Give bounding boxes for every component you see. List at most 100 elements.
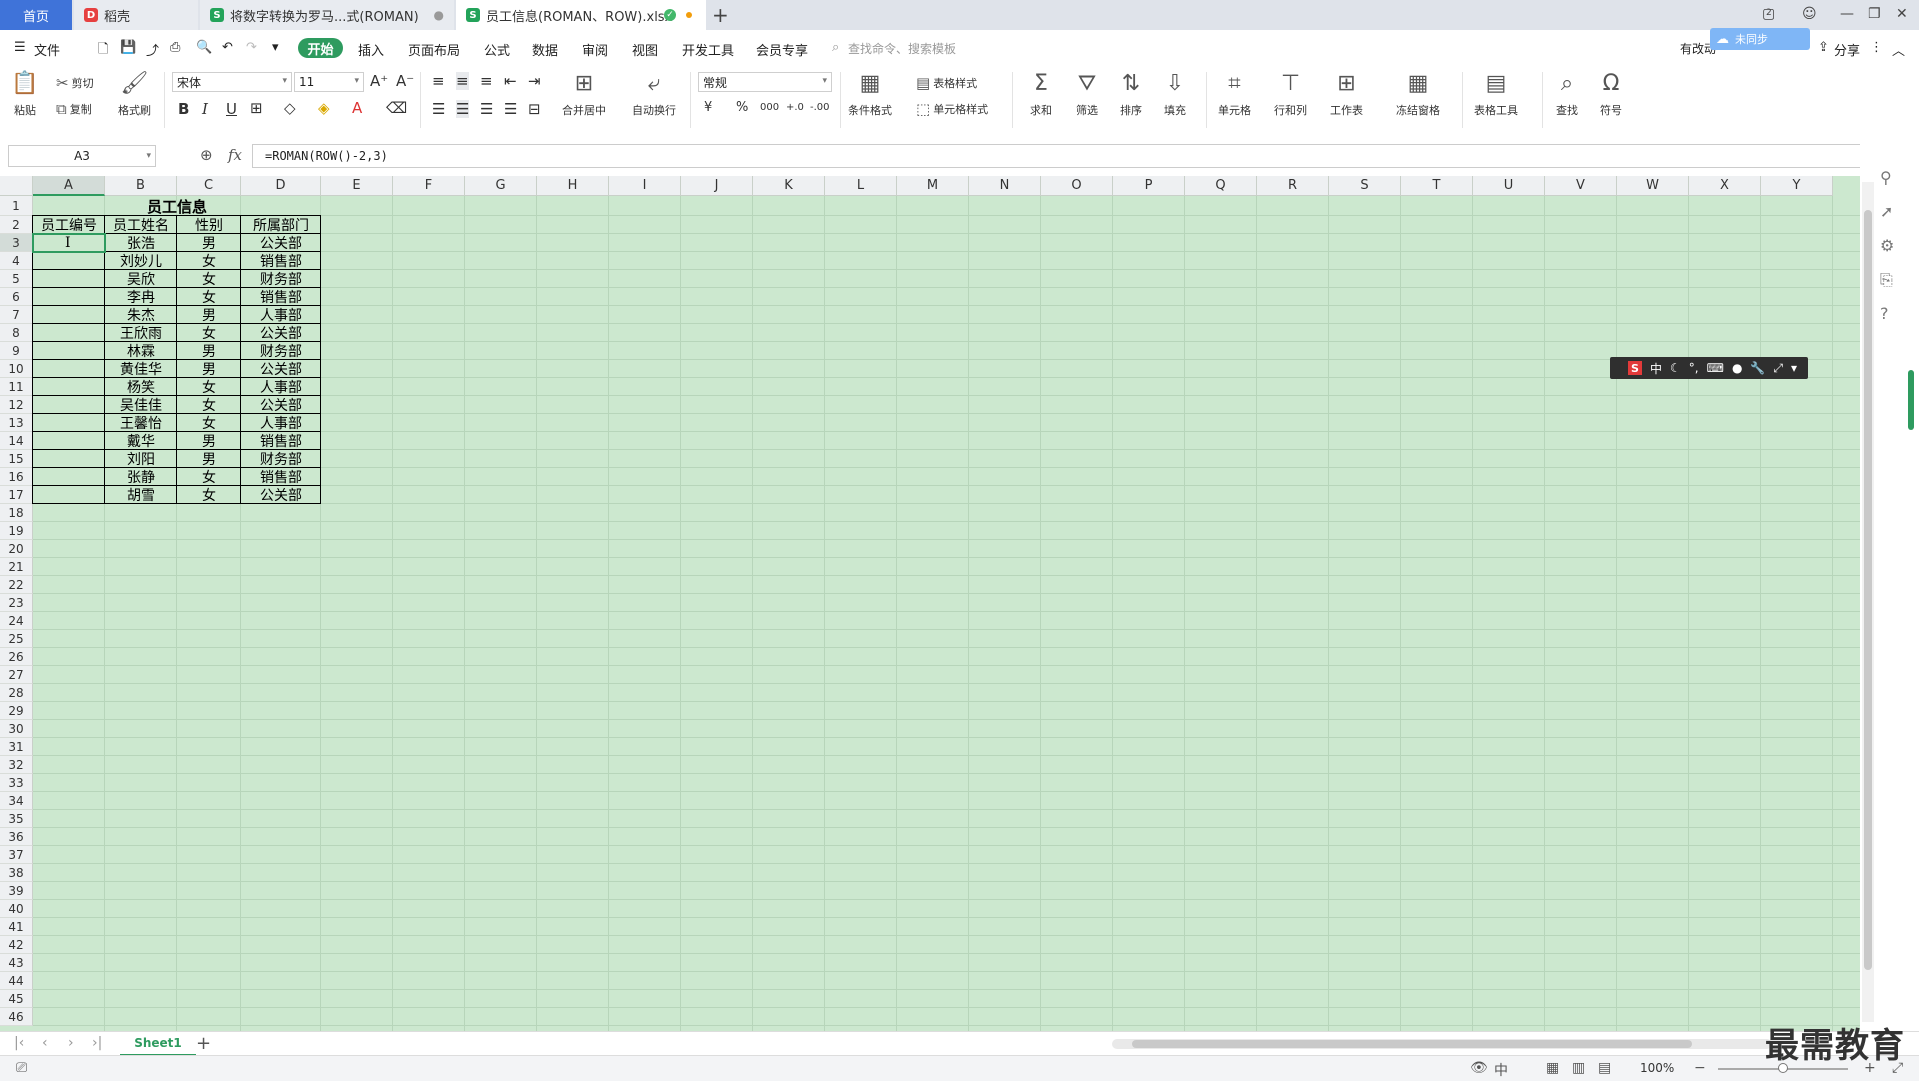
table-cell[interactable] [33, 324, 105, 342]
row-header-28[interactable]: 28 [0, 684, 33, 702]
row-header-23[interactable]: 23 [0, 594, 33, 612]
column-header-o[interactable]: O [1041, 176, 1113, 196]
table-cell[interactable]: 财务部 [241, 342, 321, 360]
paste-button[interactable]: 📋 粘贴 [11, 70, 38, 118]
table-cell[interactable]: 女 [177, 288, 241, 306]
border-icon[interactable]: ⊞ [250, 99, 263, 117]
expand-icon[interactable]: ⤢ [1773, 361, 1783, 376]
row-header-35[interactable]: 35 [0, 810, 33, 828]
row-header-41[interactable]: 41 [0, 918, 33, 936]
new-file-icon[interactable]: 🗋 [98, 40, 108, 62]
table-cell[interactable]: 女 [177, 468, 241, 486]
new-tab-button[interactable]: + [712, 3, 729, 27]
menu-member[interactable]: 会员专享 [756, 40, 808, 59]
row-header-21[interactable]: 21 [0, 558, 33, 576]
more-icon[interactable]: ⋮ [1870, 40, 1883, 55]
backup-icon[interactable]: ⎘ [1880, 270, 1893, 290]
conditional-format-button[interactable]: ▦ 条件格式 [848, 70, 892, 118]
table-cell[interactable]: 女 [177, 378, 241, 396]
row-header-43[interactable]: 43 [0, 954, 33, 972]
decrease-decimal-icon[interactable]: -.00 [810, 102, 830, 113]
column-header-y[interactable]: Y [1761, 176, 1833, 196]
column-header-e[interactable]: E [321, 176, 393, 196]
menu-file[interactable]: 文件 [34, 40, 60, 59]
row-header-31[interactable]: 31 [0, 738, 33, 756]
column-header-u[interactable]: U [1473, 176, 1545, 196]
clear-icon[interactable]: ⌫ [386, 99, 407, 117]
bold-icon[interactable]: B [178, 100, 189, 118]
sort-button[interactable]: ⇅ 排序 [1118, 70, 1144, 118]
row-header-16[interactable]: 16 [0, 468, 33, 486]
format-painter-button[interactable]: 🖌 格式刷 [118, 70, 151, 118]
rows-cols-button[interactable]: ⊤ 行和列 [1274, 70, 1307, 118]
menu-data[interactable]: 数据 [532, 40, 558, 59]
macro-icon[interactable]: ⎚ [16, 1060, 27, 1076]
select-all-corner[interactable] [0, 176, 33, 196]
table-cell[interactable] [33, 288, 105, 306]
table-cell[interactable]: 女 [177, 252, 241, 270]
pointer-icon[interactable]: ➚ [1880, 202, 1893, 221]
row-header-24[interactable]: 24 [0, 612, 33, 630]
align-right-icon[interactable]: ☰ [480, 100, 493, 118]
cell-style-button[interactable]: ⬚ 单元格样式 [916, 100, 988, 118]
table-cell[interactable]: 女 [177, 324, 241, 342]
first-sheet-icon[interactable]: |‹ [14, 1035, 24, 1051]
formula-input[interactable]: =ROMAN(ROW()-2,3) [252, 144, 1872, 168]
table-cell[interactable]: 吴欣 [105, 270, 177, 288]
table-cell[interactable]: 男 [177, 306, 241, 324]
column-header-w[interactable]: W [1617, 176, 1689, 196]
font-name-select[interactable]: 宋体 ▾ [172, 72, 292, 92]
row-header-26[interactable]: 26 [0, 648, 33, 666]
redo-icon[interactable]: ↷ [246, 40, 257, 55]
table-cell[interactable]: 销售部 [241, 432, 321, 450]
row-header-27[interactable]: 27 [0, 666, 33, 684]
column-header-i[interactable]: I [609, 176, 681, 196]
table-cell[interactable] [33, 378, 105, 396]
row-header-15[interactable]: 15 [0, 450, 33, 468]
table-cell[interactable] [33, 360, 105, 378]
table-cell[interactable]: 女 [177, 270, 241, 288]
decrease-font-icon[interactable]: A⁻ [396, 72, 414, 90]
next-sheet-icon[interactable]: › [68, 1035, 74, 1051]
table-cell[interactable]: 刘妙儿 [105, 252, 177, 270]
row-header-34[interactable]: 34 [0, 792, 33, 810]
row-header-7[interactable]: 7 [0, 306, 33, 324]
column-header-p[interactable]: P [1113, 176, 1185, 196]
table-cell[interactable]: 胡雪 [105, 486, 177, 504]
filter-button[interactable]: ⛛ 筛选 [1074, 70, 1100, 118]
align-bottom-icon[interactable]: ≡ [480, 72, 493, 90]
thousands-icon[interactable]: 000 [760, 102, 779, 113]
percent-icon[interactable]: % [736, 100, 748, 115]
prev-sheet-icon[interactable]: ‹ [42, 1035, 48, 1051]
table-cell[interactable]: 刘阳 [105, 450, 177, 468]
eye-icon[interactable]: 👁 [1470, 1060, 1488, 1076]
help-icon[interactable]: ? [1880, 304, 1889, 323]
row-header-32[interactable]: 32 [0, 756, 33, 774]
row-header-8[interactable]: 8 [0, 324, 33, 342]
table-cell[interactable] [33, 450, 105, 468]
menu-start[interactable]: 开始 [298, 38, 343, 58]
hamburger-icon[interactable]: ☰ [14, 40, 26, 55]
table-cell[interactable]: 李冉 [105, 288, 177, 306]
increase-font-icon[interactable]: A⁺ [370, 72, 388, 90]
table-cell[interactable] [33, 432, 105, 450]
fill-button[interactable]: ⇩ 填充 [1162, 70, 1188, 118]
pin-icon[interactable]: ⚲ [1880, 168, 1892, 187]
user-avatar-icon[interactable]: ☺ [1802, 6, 1817, 22]
symbol-button[interactable]: Ω 符号 [1598, 70, 1624, 118]
italic-icon[interactable]: I [202, 100, 208, 118]
number-format-select[interactable]: 常规 ▾ [698, 72, 832, 92]
column-header-c[interactable]: C [177, 176, 241, 196]
table-cell[interactable]: 张浩 [105, 234, 177, 252]
row-header-22[interactable]: 22 [0, 576, 33, 594]
row-header-5[interactable]: 5 [0, 270, 33, 288]
table-cell[interactable]: 销售部 [241, 288, 321, 306]
column-header-g[interactable]: G [465, 176, 537, 196]
page-break-view-icon[interactable]: ▤ [1598, 1060, 1611, 1076]
row-header-33[interactable]: 33 [0, 774, 33, 792]
table-cell[interactable]: 销售部 [241, 252, 321, 270]
column-header-h[interactable]: H [537, 176, 609, 196]
table-cell[interactable]: 男 [177, 234, 241, 252]
row-header-40[interactable]: 40 [0, 900, 33, 918]
side-indicator[interactable] [1908, 370, 1914, 430]
